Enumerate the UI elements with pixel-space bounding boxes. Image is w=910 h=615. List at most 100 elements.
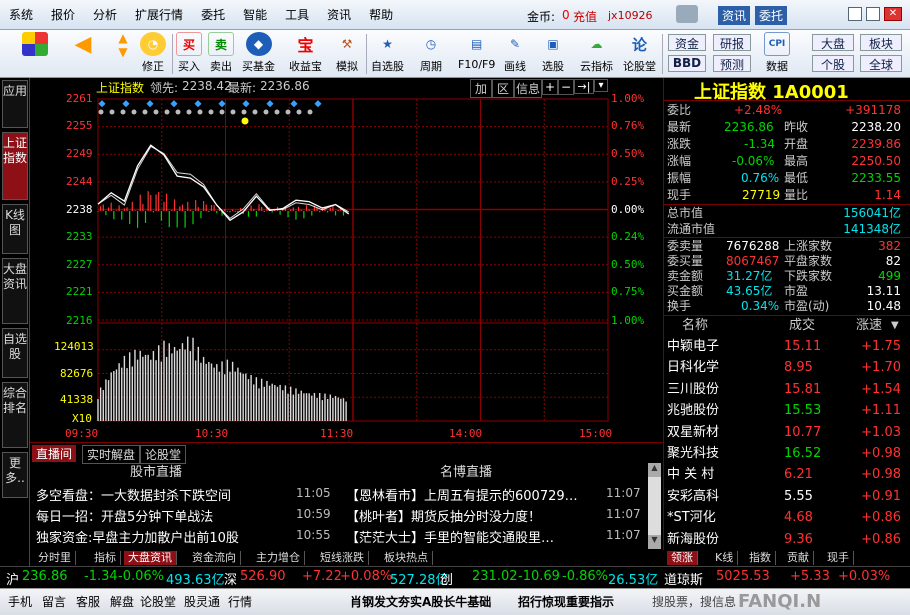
page-up-button[interactable]: ▲ ▼ [110,31,136,76]
stock-row[interactable]: 双星新材 10.77 +1.03 [664,422,910,444]
period-button[interactable]: ◷ 周期 [418,32,444,76]
stock-row[interactable]: 日科化学 8.95 +1.70 [664,357,910,379]
data-button[interactable]: CPI 数据 [764,32,790,76]
simulate-button[interactable]: ⚒ 模拟 [334,32,360,76]
tab-current-lot[interactable]: 现手 [823,551,854,565]
back-button[interactable]: ◀ [70,32,96,76]
column-header[interactable]: 涨速 [856,318,882,333]
research-dropdown[interactable]: 研报 [713,34,751,51]
price-label: 2238 [66,203,93,216]
tab-apps[interactable]: 应用 [2,80,28,128]
news-item[interactable]: 每日一招：开盘5分钟下单战法 10:59 [36,506,336,526]
forecast-dropdown[interactable]: 预测 [713,55,751,72]
menu-info[interactable]: 资讯 [318,6,360,23]
status-mobile[interactable]: 手机 [8,593,32,610]
stock-row[interactable]: 兆驰股份 15.53 +1.11 [664,400,910,422]
news-scrollbar[interactable]: ▲ ▼ [648,463,661,549]
status-service[interactable]: 客服 [76,593,100,610]
stock-row[interactable]: 三川股份 15.81 +1.54 [664,379,910,401]
watchlist-button[interactable]: ★ 自选股 [371,32,404,76]
shirt-icon[interactable] [676,5,698,23]
tab-capital-flow[interactable]: 资金流向 [188,551,241,565]
buy-button[interactable]: 买 买入 [176,32,202,76]
status-forum[interactable]: 论股堂 [140,593,176,610]
earnings-bao-button[interactable]: 宝 收益宝 [289,32,322,76]
tab-intraday[interactable]: 分时里 [34,551,76,565]
status-gulingtong[interactable]: 股灵通 [184,593,220,610]
status-analysis[interactable]: 解盘 [110,593,134,610]
tab-indicators[interactable]: 指标 [90,551,121,565]
tab-main-increase[interactable]: 主力增仓 [252,551,305,565]
tab-index[interactable]: 指数 [745,551,776,565]
tab-sector-hot[interactable]: 板块热点 [380,551,433,565]
column-header[interactable]: 成交 [789,318,815,333]
marquee-news[interactable]: 招行惊现重要指示 [518,593,614,610]
zixun-button[interactable]: 资讯 [718,6,751,25]
menu-system[interactable]: 系统 [0,6,42,23]
close-icon[interactable]: ✕ [884,7,902,21]
blog-item[interactable]: 【茫茫大士】手里的智能交通股里… [346,527,601,547]
news-item[interactable]: 多空看盘：一大数据封杀下跌空间 11:05 [36,485,336,505]
scroll-up-icon[interactable]: ▲ [648,463,661,477]
weituo-button[interactable]: 委托 [755,6,788,25]
maximize-icon[interactable] [866,7,880,21]
menu-trade[interactable]: 委托 [192,6,234,23]
column-header[interactable]: 名称 [682,318,708,333]
sector-dropdown[interactable]: 板块 [860,34,902,51]
tab-sh-index[interactable]: 上证指数 [2,132,28,200]
tab-short-term[interactable]: 短线涨跌 [316,551,369,565]
tab-watchlist[interactable]: 自选股 [2,328,28,378]
search-input[interactable]: 搜股票，搜信息 [652,593,736,610]
layout-button[interactable] [22,32,48,76]
stock-row[interactable]: 安彩高科 5.55 +0.91 [664,486,910,508]
tab-top-gainers[interactable]: 领涨 [667,551,698,565]
tab-ranking[interactable]: 综合排名 [2,382,28,448]
menu-tools[interactable]: 工具 [276,6,318,23]
ticker-label: 道琼斯 [664,573,704,588]
buy-fund-label: 买基金 [242,60,275,73]
event-dot [219,109,225,115]
blog-item[interactable]: 【桃叶者】期货反抽分时没力度！ [346,506,601,526]
stock-picker-button[interactable]: ▣ 选股 [540,32,566,76]
revise-button[interactable]: ◔ 修正 [140,32,166,76]
minimize-icon[interactable] [848,7,862,21]
stock-dropdown[interactable]: 个股 [812,55,854,72]
quote-value: 7676288 [726,239,780,253]
stock-row[interactable]: 中颖电子 15.11 +1.75 [664,336,910,358]
sort-down-icon[interactable]: ▼ [891,318,899,333]
status-quotes[interactable]: 行情 [228,593,252,610]
stock-row[interactable]: *ST河化 4.68 +0.86 [664,507,910,529]
market-dropdown[interactable]: 大盘 [812,34,854,51]
buy-fund-button[interactable]: ◆ 买基金 [242,32,275,76]
menu-extended[interactable]: 扩展行情 [126,6,192,23]
quote-row: 涨幅 -0.06% 最高 2250.50 [664,154,910,169]
marquee-news[interactable]: 肖钢发文夯实A股长牛基础 [350,593,491,610]
tab-contribution[interactable]: 贡献 [783,551,814,565]
news-item[interactable]: 独家资金:早盘主力加散户出前10股 10:55 [36,527,336,547]
blog-item[interactable]: 【恩林看市】上周五有提示的600729… [346,485,646,505]
menu-quote[interactable]: 报价 [42,6,84,23]
status-message[interactable]: 留言 [42,593,66,610]
tab-market-news[interactable]: 大盘资讯 [124,551,177,565]
scroll-down-icon[interactable]: ▼ [648,535,661,549]
forum-button[interactable]: 论 论股堂 [623,32,656,76]
tab-more[interactable]: 更多.. [2,452,28,498]
stock-row[interactable]: 新海股份 9.36 +0.86 [664,529,910,551]
stock-row[interactable]: 中 关 村 6.21 +0.98 [664,464,910,486]
tab-kline[interactable]: K线图 [2,204,28,254]
cloud-indicator-button[interactable]: ☁ 云指标 [580,32,613,76]
tab-live-room[interactable]: 直播间 [32,445,77,462]
f10-button[interactable]: ▤ F10/F9 [458,32,495,76]
sell-button[interactable]: 卖 卖出 [208,32,234,76]
capital-dropdown[interactable]: 资金 [668,34,706,51]
tab-market-news[interactable]: 大盘资讯 [2,258,28,324]
tab-kline[interactable]: K线 [711,551,739,565]
recharge-link[interactable]: 充值 [573,8,597,25]
bbd-button[interactable]: BBD [668,55,706,72]
draw-line-button[interactable]: ✎ 画线 [502,32,528,76]
menu-analysis[interactable]: 分析 [84,6,126,23]
stock-row[interactable]: 聚光科技 16.52 +0.98 [664,443,910,465]
menu-smart[interactable]: 智能 [234,6,276,23]
global-dropdown[interactable]: 全球 [860,55,902,72]
menu-help[interactable]: 帮助 [360,6,402,23]
